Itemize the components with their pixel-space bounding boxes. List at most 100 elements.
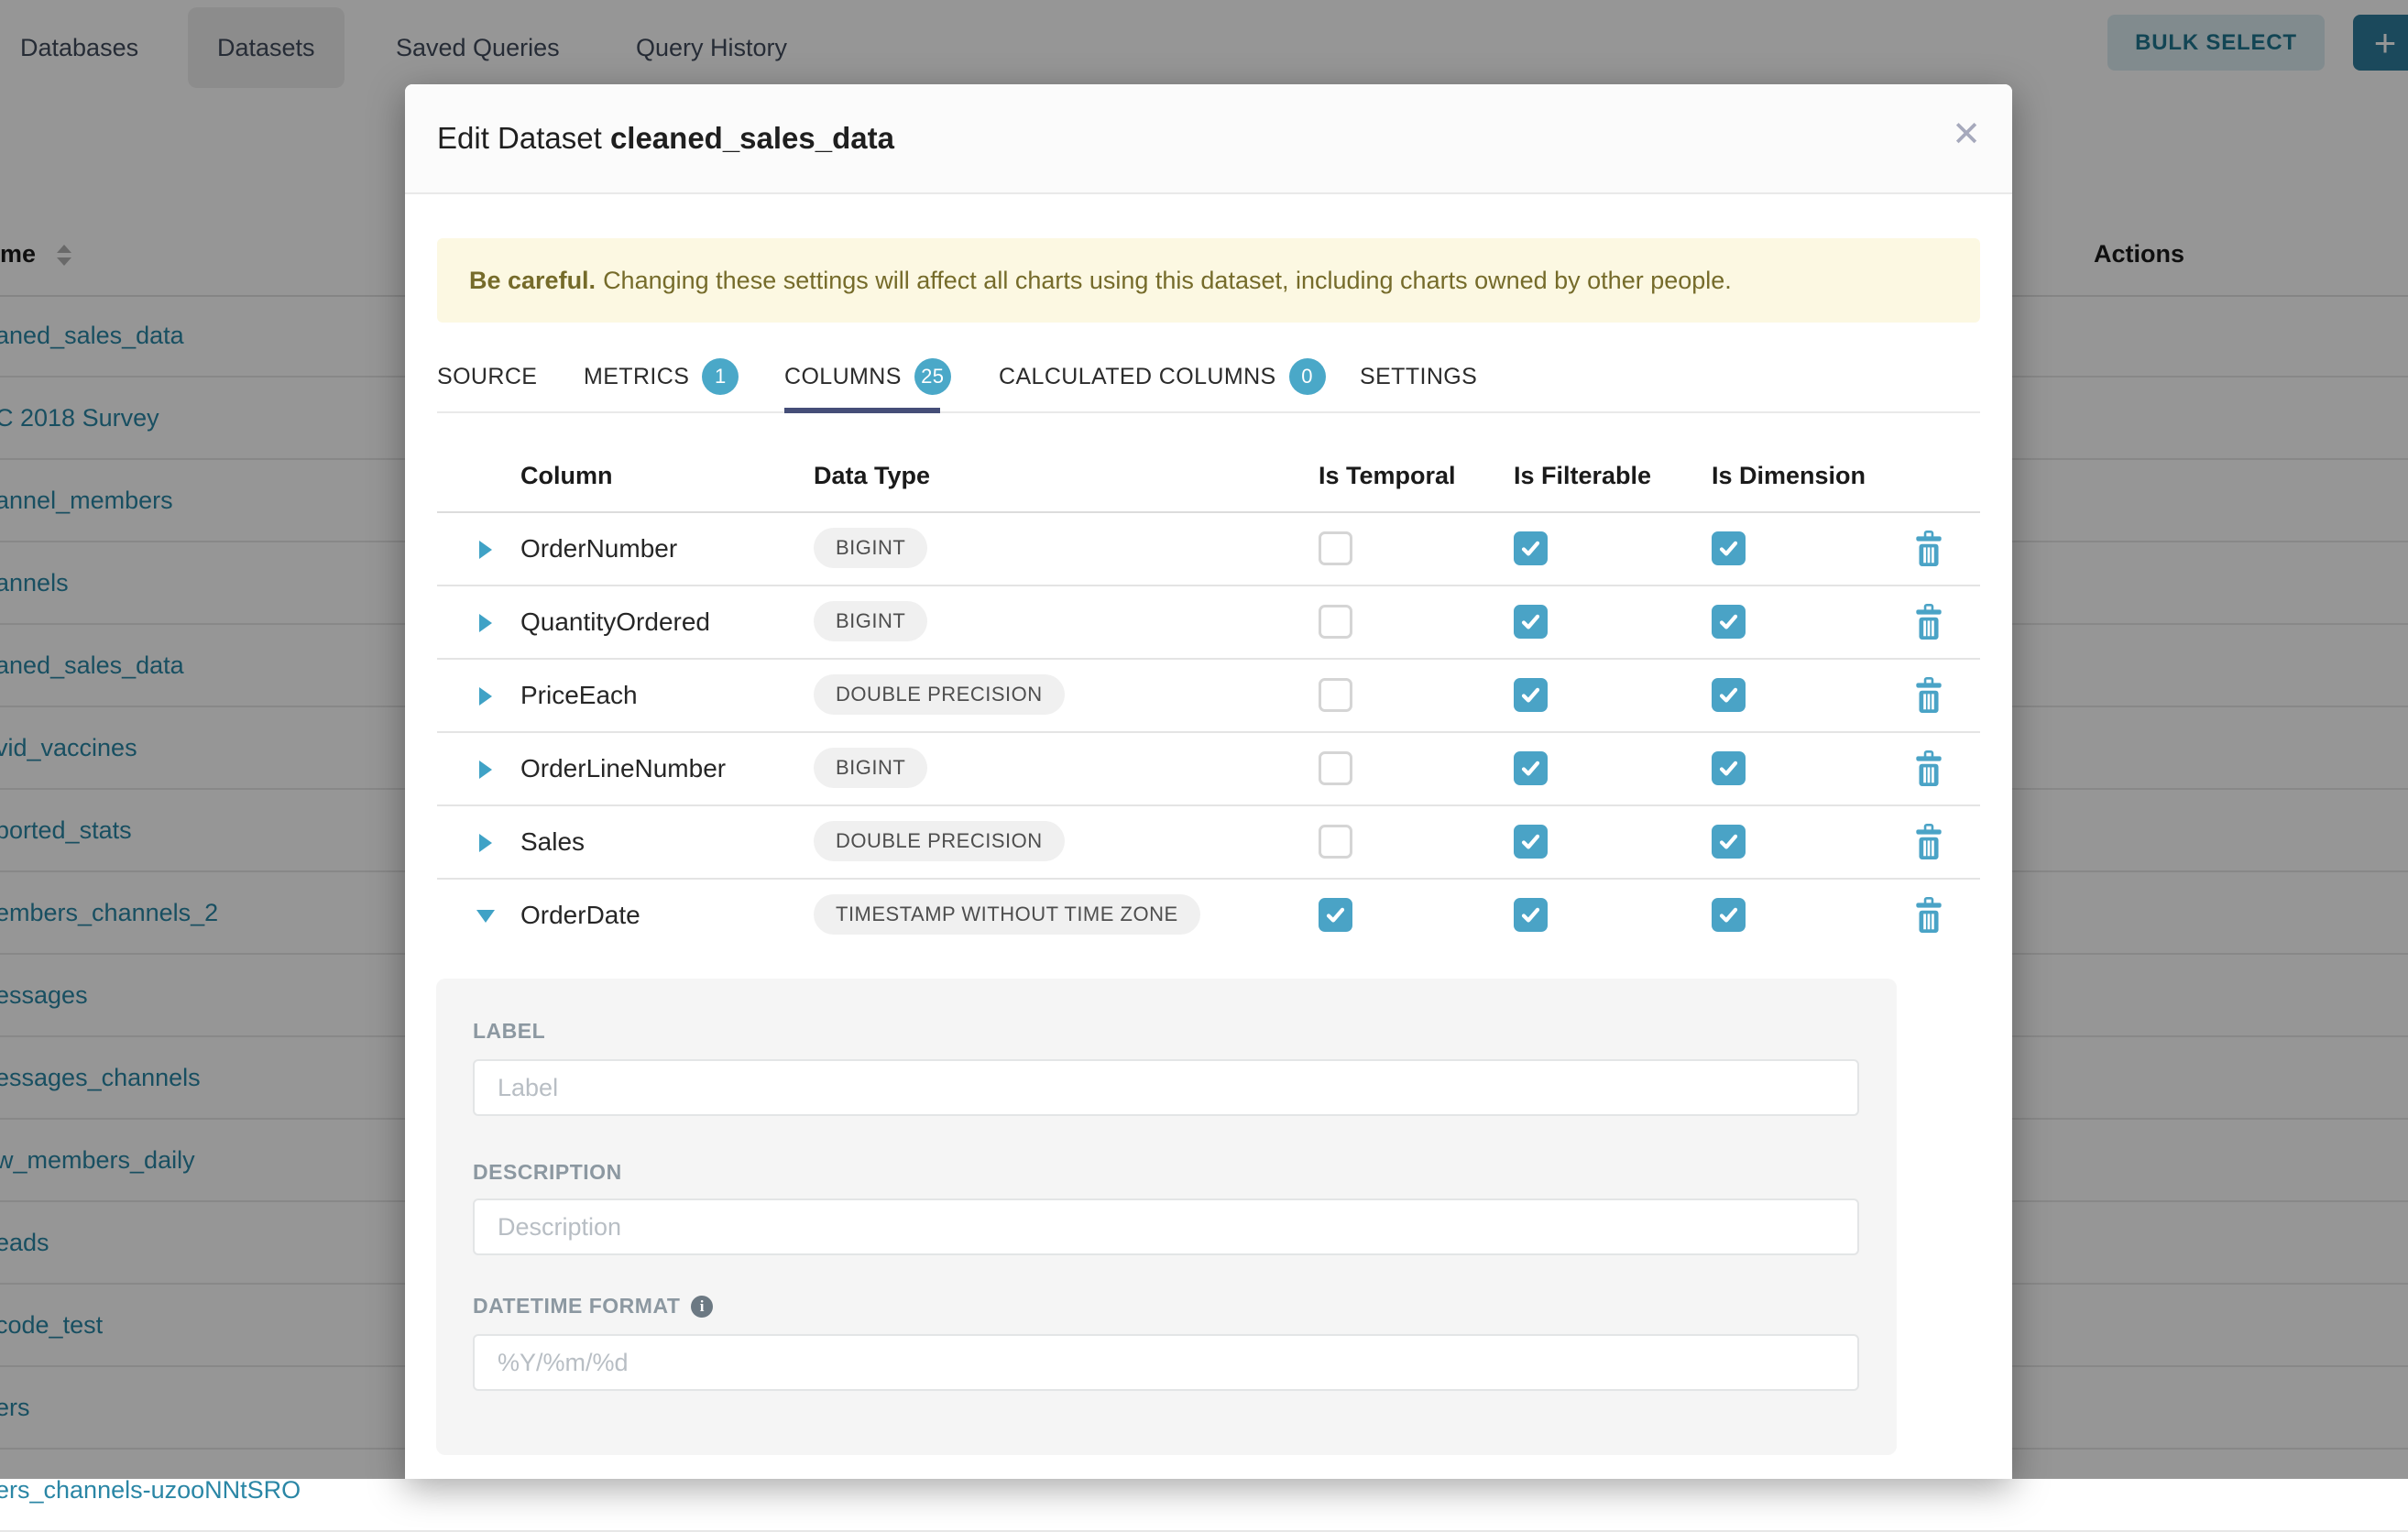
is-filterable-checkbox[interactable] xyxy=(1514,678,1548,712)
column-detail-panel: LABEL DESCRIPTION DATETIME FORMATi xyxy=(436,979,1897,1455)
tab-label: SOURCE xyxy=(437,364,537,390)
is-dimension-checkbox[interactable] xyxy=(1712,531,1746,565)
data-type-pill: BIGINT xyxy=(814,748,927,788)
data-type-pill: BIGINT xyxy=(814,601,927,641)
modal-title: Edit Dataset cleaned_sales_data xyxy=(437,121,894,156)
warning-text: Changing these settings will affect all … xyxy=(603,267,1732,295)
checkmark-icon xyxy=(1519,757,1542,780)
label-field-label: LABEL xyxy=(473,1019,545,1044)
delete-trash-icon[interactable] xyxy=(1913,897,1944,934)
delete-trash-icon[interactable] xyxy=(1913,750,1944,787)
tab-columns[interactable]: COLUMNS 25 xyxy=(784,344,951,410)
delete-trash-icon[interactable] xyxy=(1913,824,1944,860)
expand-caret-icon[interactable] xyxy=(479,761,492,779)
warning-bold-text: Be careful. xyxy=(469,267,596,295)
tab-label: METRICS xyxy=(584,364,689,390)
description-field-label: DESCRIPTION xyxy=(473,1160,622,1185)
checkmark-icon xyxy=(1324,903,1347,926)
modal-tabs: SOURCE METRICS 1 COLUMNS 25 CALCULATED COL… xyxy=(437,344,1980,413)
modal-title-dataset-name: cleaned_sales_data xyxy=(610,121,894,155)
is-dimension-checkbox[interactable] xyxy=(1712,605,1746,639)
checkmark-icon xyxy=(1519,684,1542,706)
data-type-pill: BIGINT xyxy=(814,528,927,568)
tab-calculated-columns[interactable]: CALCULATED COLUMNS 0 xyxy=(999,344,1326,410)
warning-banner: Be careful. Changing these settings will… xyxy=(437,238,1980,323)
is-filterable-header: Is Filterable xyxy=(1514,462,1651,490)
expand-caret-icon[interactable] xyxy=(479,834,492,852)
delete-trash-icon[interactable] xyxy=(1913,531,1944,567)
column-row: PriceEach DOUBLE PRECISION xyxy=(437,660,1980,733)
is-dimension-header: Is Dimension xyxy=(1712,462,1866,490)
tab-metrics[interactable]: METRICS 1 xyxy=(584,344,739,410)
dataset-link[interactable]: ers_channels-uzooNNtSRO xyxy=(0,1476,301,1505)
modal-title-prefix: Edit Dataset xyxy=(437,121,610,155)
description-input[interactable] xyxy=(473,1198,1859,1255)
column-row: OrderDate TIMESTAMP WITHOUT TIME ZONE xyxy=(437,880,1980,951)
data-type-pill: TIMESTAMP WITHOUT TIME ZONE xyxy=(814,894,1200,935)
data-type-pill: DOUBLE PRECISION xyxy=(814,674,1065,715)
column-name: OrderNumber xyxy=(520,534,677,564)
checkmark-icon xyxy=(1519,830,1542,853)
is-temporal-checkbox[interactable] xyxy=(1319,678,1352,712)
expand-caret-icon[interactable] xyxy=(476,910,495,923)
datetime-format-field-label: DATETIME FORMATi xyxy=(473,1294,713,1319)
checkmark-icon xyxy=(1717,903,1740,926)
expand-caret-icon[interactable] xyxy=(479,541,492,559)
tab-count-badge: 0 xyxy=(1289,358,1326,395)
edit-dataset-modal: Edit Dataset cleaned_sales_data ✕ Be car… xyxy=(405,84,2012,1479)
is-temporal-header: Is Temporal xyxy=(1319,462,1456,490)
tab-label: COLUMNS xyxy=(784,364,902,390)
is-dimension-checkbox[interactable] xyxy=(1712,678,1746,712)
delete-trash-icon[interactable] xyxy=(1913,677,1944,714)
column-header: Column xyxy=(520,462,613,490)
checkmark-icon xyxy=(1717,830,1740,853)
data-type-header: Data Type xyxy=(814,462,930,490)
delete-trash-icon[interactable] xyxy=(1913,604,1944,640)
tab-source[interactable]: SOURCE xyxy=(437,344,537,410)
modal-header: Edit Dataset cleaned_sales_data ✕ xyxy=(405,84,2012,194)
checkmark-icon xyxy=(1519,537,1542,560)
columns-table-header: Column Data Type Is Temporal Is Filterab… xyxy=(437,411,1980,513)
is-filterable-checkbox[interactable] xyxy=(1514,605,1548,639)
is-dimension-checkbox[interactable] xyxy=(1712,751,1746,785)
is-filterable-checkbox[interactable] xyxy=(1514,825,1548,859)
column-row: OrderLineNumber BIGINT xyxy=(437,733,1980,806)
checkmark-icon xyxy=(1519,903,1542,926)
is-temporal-checkbox[interactable] xyxy=(1319,605,1352,639)
is-filterable-checkbox[interactable] xyxy=(1514,898,1548,932)
column-name: Sales xyxy=(520,827,585,857)
checkmark-icon xyxy=(1717,537,1740,560)
expand-caret-icon[interactable] xyxy=(479,614,492,632)
checkmark-icon xyxy=(1717,610,1740,633)
is-temporal-checkbox[interactable] xyxy=(1319,751,1352,785)
tab-label: SETTINGS xyxy=(1360,364,1477,390)
is-temporal-checkbox[interactable] xyxy=(1319,898,1352,932)
label-input[interactable] xyxy=(473,1059,1859,1116)
is-dimension-checkbox[interactable] xyxy=(1712,898,1746,932)
column-row: OrderNumber BIGINT xyxy=(437,513,1980,586)
datetime-format-input[interactable] xyxy=(473,1334,1859,1391)
column-row: QuantityOrdered BIGINT xyxy=(437,586,1980,660)
tab-count-badge: 25 xyxy=(914,358,951,395)
column-name: QuantityOrdered xyxy=(520,607,710,637)
checkmark-icon xyxy=(1519,610,1542,633)
tab-count-badge: 1 xyxy=(702,358,739,395)
column-name: PriceEach xyxy=(520,681,638,710)
expand-caret-icon[interactable] xyxy=(479,687,492,706)
is-dimension-checkbox[interactable] xyxy=(1712,825,1746,859)
close-icon[interactable]: ✕ xyxy=(1952,117,1981,152)
is-filterable-checkbox[interactable] xyxy=(1514,531,1548,565)
column-name: OrderDate xyxy=(520,901,640,930)
checkmark-icon xyxy=(1717,684,1740,706)
columns-table: Column Data Type Is Temporal Is Filterab… xyxy=(437,411,1980,951)
is-temporal-checkbox[interactable] xyxy=(1319,825,1352,859)
column-name: OrderLineNumber xyxy=(520,754,726,783)
tab-settings[interactable]: SETTINGS xyxy=(1360,344,1477,410)
is-filterable-checkbox[interactable] xyxy=(1514,751,1548,785)
data-type-pill: DOUBLE PRECISION xyxy=(814,821,1065,861)
checkmark-icon xyxy=(1717,757,1740,780)
is-temporal-checkbox[interactable] xyxy=(1319,531,1352,565)
tab-label: CALCULATED COLUMNS xyxy=(999,364,1276,390)
info-icon[interactable]: i xyxy=(691,1296,713,1318)
column-row: Sales DOUBLE PRECISION xyxy=(437,806,1980,880)
